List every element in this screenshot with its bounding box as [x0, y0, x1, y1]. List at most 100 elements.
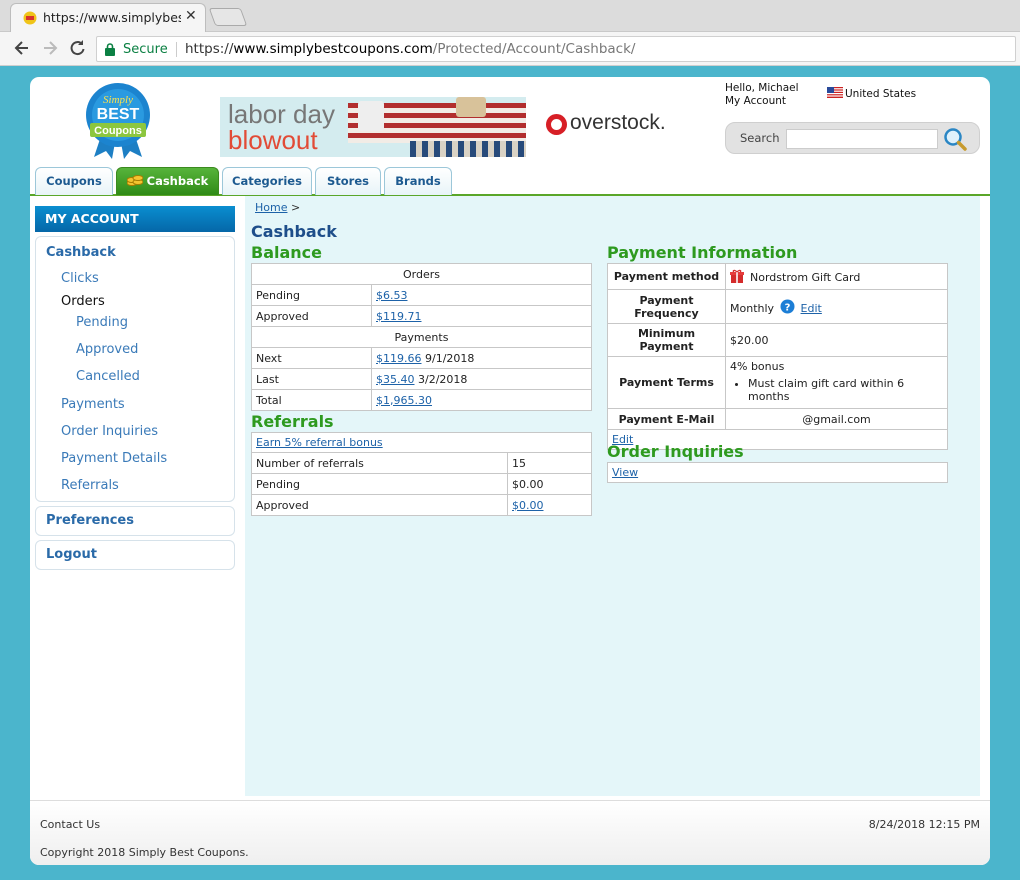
gift-icon [730, 269, 744, 283]
payment-method-value: Nordstrom Gift Card [750, 271, 861, 284]
simply-best-coupons-logo[interactable]: Simply BEST Coupons [78, 81, 158, 159]
orders-header: Orders [251, 263, 592, 285]
tab-cashback[interactable]: Cashback [116, 167, 219, 195]
overstock-o-icon [546, 114, 567, 135]
secure-label: Secure [123, 42, 168, 57]
referrals-heading: Referrals [251, 412, 334, 431]
minimum-payment-label: Minimum Payment [607, 323, 726, 357]
my-account-link[interactable]: My Account [725, 95, 786, 107]
banner-rug-pattern [410, 141, 526, 157]
page-footer: Contact Us 8/24/2018 12:15 PM Copyright … [30, 800, 990, 865]
balance-approved-link[interactable]: $119.71 [376, 310, 422, 323]
sidebar-item-clicks[interactable]: Clicks [61, 271, 99, 286]
payment-terms-item: Must claim gift card within 6 months [748, 377, 943, 403]
balance-total-link[interactable]: $1,965.30 [376, 394, 432, 407]
cashback-menu: Cashback Clicks Orders Pending Approved … [35, 236, 235, 502]
sidebar-item-pending[interactable]: Pending [76, 315, 128, 330]
balance-approved-label: Approved [251, 305, 372, 327]
contact-us-link[interactable]: Contact Us [40, 818, 100, 831]
sidebar-item-cashback[interactable]: Cashback [46, 245, 116, 260]
country-selector[interactable]: United States [827, 87, 916, 100]
sidebar-item-logout[interactable]: Logout [46, 547, 97, 562]
referrals-number-value: 15 [507, 452, 592, 474]
sidebar-item-referrals[interactable]: Referrals [61, 478, 119, 493]
tab-brands[interactable]: Brands [384, 167, 452, 195]
balance-next-link[interactable]: $119.66 [376, 352, 422, 365]
browser-tab-title: https://www.simplybestcoupons.com/Protec… [43, 10, 181, 25]
table-row: Total $1,965.30 [251, 389, 592, 411]
referrals-pending-value: $0.00 [507, 473, 592, 495]
order-inquiries-view-link[interactable]: View [612, 466, 638, 479]
payment-information-table: Payment method Nordstrom Gift Card Payme… [607, 263, 948, 450]
payment-terms-label: Payment Terms [607, 356, 726, 409]
my-account-heading: MY ACCOUNT [35, 206, 235, 232]
banner-line-2: blowout [228, 125, 318, 155]
payment-method-label: Payment method [607, 263, 726, 290]
reload-icon[interactable] [67, 38, 87, 58]
table-row: Number of referrals 15 [251, 452, 592, 474]
sidebar-item-approved[interactable]: Approved [76, 342, 138, 357]
url-text[interactable]: https://www.simplybestcoupons.com/Protec… [185, 41, 635, 57]
page-title: Cashback [251, 222, 337, 241]
labor-day-banner-ad[interactable]: labor day blowout [220, 97, 526, 157]
preferences-menu: Preferences [35, 506, 235, 536]
account-greeting: Hello, Michael My Account [725, 82, 799, 108]
tab-categories[interactable]: Categories [222, 167, 312, 195]
search-label: Search [740, 131, 780, 145]
table-row: Last $35.40 3/2/2018 [251, 368, 592, 390]
overstock-logo-text: overstock. [570, 111, 666, 134]
balance-pending-link[interactable]: $6.53 [376, 289, 408, 302]
url-scheme: https:// [185, 41, 234, 57]
balance-last-link[interactable]: $35.40 [376, 373, 415, 386]
overstock-logo[interactable]: overstock. [546, 111, 670, 137]
sidebar-item-preferences[interactable]: Preferences [46, 513, 134, 528]
footer-copyright: Copyright 2018 Simply Best Coupons. [40, 846, 249, 859]
new-tab-button[interactable] [208, 8, 248, 26]
table-row: Payment method Nordstrom Gift Card [607, 263, 948, 290]
tab-stores[interactable]: Stores [315, 167, 381, 195]
logout-menu: Logout [35, 540, 235, 570]
balance-last-date: 3/2/2018 [418, 372, 468, 386]
payment-frequency-label-line1: Payment [639, 293, 694, 307]
table-row: Pending $6.53 [251, 284, 592, 306]
sidebar-item-orders[interactable]: Orders [61, 294, 105, 309]
country-label: United States [845, 88, 917, 100]
sidebar-item-payment-details[interactable]: Payment Details [61, 451, 167, 466]
url-host: www.simplybestcoupons.com [233, 41, 433, 57]
forward-arrow-icon[interactable] [40, 38, 60, 58]
browser-toolbar: Secure https://www.simplybestcoupons.com… [0, 32, 1020, 66]
search-input[interactable] [786, 129, 938, 149]
earn-referral-bonus-link[interactable]: Earn 5% referral bonus [256, 436, 383, 449]
payment-terms-bonus: 4% bonus [730, 360, 785, 373]
banner-planter-image [358, 101, 384, 131]
payment-information-heading: Payment Information [607, 243, 798, 262]
svg-text:Coupons: Coupons [94, 125, 142, 137]
help-icon[interactable]: ? [780, 299, 795, 314]
breadcrumb-separator: > [290, 201, 301, 214]
order-inquiries-heading: Order Inquiries [607, 442, 744, 461]
address-bar[interactable]: Secure https://www.simplybestcoupons.com… [96, 36, 1016, 62]
close-tab-icon[interactable]: ✕ [185, 8, 197, 24]
breadcrumb-home-link[interactable]: Home [255, 201, 287, 214]
referrals-approved-link[interactable]: $0.00 [512, 499, 544, 512]
payment-email-value: @gmail.com [725, 408, 948, 430]
order-inquiries-table: View [607, 462, 948, 483]
table-row: Payment Terms 4% bonus Must claim gift c… [607, 356, 948, 409]
payment-frequency-edit-link[interactable]: Edit [801, 302, 822, 315]
svg-text:Simply: Simply [103, 94, 133, 106]
svg-text:?: ? [784, 302, 790, 313]
back-arrow-icon[interactable] [12, 38, 32, 58]
coins-icon [126, 175, 143, 186]
sidebar-item-payments[interactable]: Payments [61, 397, 125, 412]
search-magnifier-icon[interactable] [942, 126, 968, 152]
site-favicon-icon [23, 11, 37, 25]
browser-tab-strip: https://www.simplybestcoupons.com/Protec… [0, 0, 1020, 32]
sidebar-item-cancelled[interactable]: Cancelled [76, 369, 140, 384]
banner-lamp-image [456, 97, 486, 117]
svg-text:BEST: BEST [97, 106, 140, 123]
sidebar-item-order-inquiries[interactable]: Order Inquiries [61, 424, 158, 439]
browser-tab[interactable]: https://www.simplybestcoupons.com/Protec… [10, 3, 206, 32]
table-row: Minimum Payment $20.00 [607, 323, 948, 357]
tab-coupons[interactable]: Coupons [35, 167, 113, 195]
table-row: Pending $0.00 [251, 473, 592, 495]
